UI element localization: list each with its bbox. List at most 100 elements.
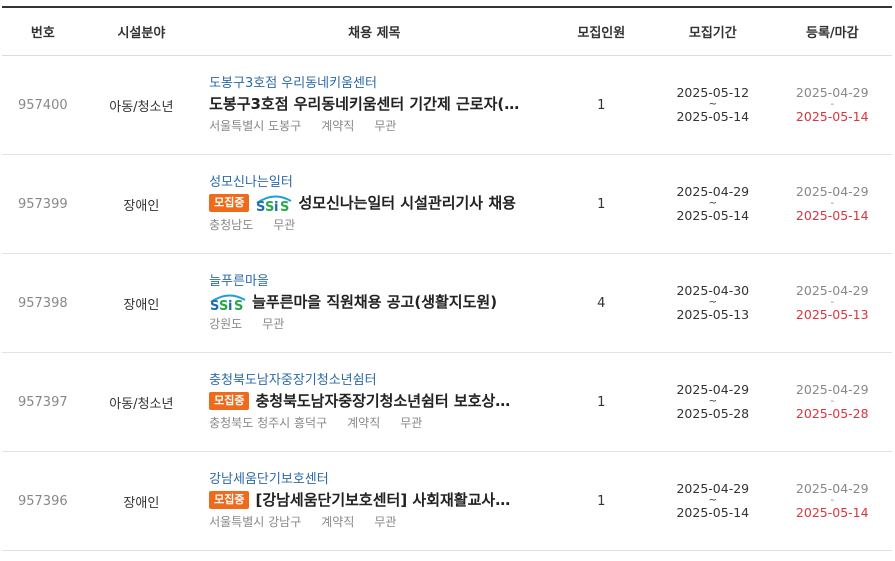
job-meta-item: 무관	[273, 218, 296, 232]
job-meta: 충청북도 청주시 흥덕구 계약직 무관	[209, 414, 549, 432]
org-name-link[interactable]: 도봉구3호점 우리동네키움센터	[209, 75, 549, 93]
reg-date: 2025-04-29	[795, 382, 869, 397]
reg-close: 2025-04-29 - 2025-05-14	[773, 85, 892, 125]
job-title-line[interactable]: 도봉구3호점 우리동네키움센터 기간제 근로자(…	[209, 93, 544, 115]
ssis-logo-icon: SSiS	[255, 193, 293, 213]
period-separator: ~	[708, 495, 717, 506]
job-meta-item: 계약직	[321, 515, 355, 529]
recruiting-badge: 모집중	[209, 491, 250, 509]
period-separator: ~	[708, 297, 717, 308]
job-meta-item: 계약직	[347, 416, 381, 430]
close-date: 2025-05-14	[795, 208, 869, 223]
job-title-line[interactable]: 모집중 충청북도남자중장기청소년쉼터 보호상…	[209, 390, 544, 412]
reg-separator: -	[830, 198, 835, 209]
reg-date: 2025-04-29	[795, 283, 869, 298]
org-name-link[interactable]: 충청북도남자중장기청소년쉼터	[209, 372, 549, 390]
job-board: 번호 시설분야 채용 제목 모집인원 모집기간 등록/마감 957400 아동/…	[0, 6, 895, 561]
job-meta-item: 충청남도	[209, 218, 254, 232]
svg-text:S: S	[219, 299, 228, 312]
reg-close: 2025-04-29 - 2025-05-28	[773, 382, 892, 422]
period-separator: ~	[708, 99, 717, 110]
period-separator: ~	[708, 198, 717, 209]
recruit-period: 2025-04-30 ~ 2025-05-13	[653, 283, 772, 323]
period-end: 2025-05-14	[676, 505, 750, 520]
job-title-line[interactable]: 모집중 S Si S 성모신나는일터 시설관리기사 채용	[209, 192, 544, 214]
reg-date: 2025-04-29	[795, 481, 869, 496]
job-meta-item: 서울특별시 강남구	[209, 515, 302, 529]
row-number: 957396	[17, 493, 68, 509]
header-field: 시설분야	[117, 26, 166, 41]
facility-field: 장애인	[123, 495, 160, 511]
table-row[interactable]: 957400 아동/청소년 도봉구3호점 우리동네키움센터 도봉구3호점 우리동…	[2, 56, 892, 155]
reg-date: 2025-04-29	[795, 85, 869, 100]
header-period: 모집기간	[688, 26, 737, 41]
job-meta-item: 무관	[400, 416, 423, 430]
title-cell: 도봉구3호점 우리동네키움센터 도봉구3호점 우리동네키움센터 기간제 근로자(…	[199, 75, 549, 135]
table-row[interactable]: 957396 장애인 강남세움단기보호센터 모집중 [강남세움단기보호센터] 사회…	[2, 452, 892, 551]
recruit-count: 1	[597, 394, 606, 410]
job-meta-item: 서울특별시 도봉구	[209, 119, 302, 133]
row-number: 957400	[17, 97, 68, 113]
reg-separator: -	[830, 396, 835, 407]
job-meta: 강원도 무관	[209, 315, 549, 333]
facility-field: 아동/청소년	[109, 99, 174, 115]
org-name-link[interactable]: 강남세움단기보호센터	[209, 471, 549, 489]
reg-close: 2025-04-29 - 2025-05-13	[773, 283, 892, 323]
job-title-line[interactable]: S Si S 늘푸른마을 직원채용 공고(생활지도원)	[209, 291, 544, 313]
period-end: 2025-05-14	[676, 208, 750, 223]
org-name-link[interactable]: 늘푸른마을	[209, 273, 549, 291]
recruit-period: 2025-04-29 ~ 2025-05-14	[653, 184, 772, 224]
recruit-period: 2025-05-12 ~ 2025-05-14	[653, 85, 772, 125]
period-start: 2025-05-12	[676, 85, 750, 100]
close-date: 2025-05-14	[795, 109, 869, 124]
job-title[interactable]: [강남세움단기보호센터] 사회재활교사…	[255, 489, 510, 511]
recruit-period: 2025-04-29 ~ 2025-05-28	[653, 382, 772, 422]
period-end: 2025-05-13	[676, 307, 750, 322]
row-number: 957398	[17, 295, 68, 311]
title-cell: 강남세움단기보호센터 모집중 [강남세움단기보호센터] 사회재활교사… 서울특별시…	[199, 471, 549, 531]
job-title[interactable]: 도봉구3호점 우리동네키움센터 기간제 근로자(…	[209, 93, 519, 115]
job-title[interactable]: 충청북도남자중장기청소년쉼터 보호상…	[255, 390, 510, 412]
job-meta-item: 무관	[374, 119, 397, 133]
title-cell: 늘푸른마을 S Si S 늘푸른마을 직원채용 공고(생활지도원) 강원도 무관	[199, 273, 549, 333]
org-name-link[interactable]: 성모신나는일터	[209, 174, 549, 192]
facility-field: 장애인	[123, 297, 160, 313]
job-title[interactable]: 늘푸른마을 직원채용 공고(생활지도원)	[252, 291, 497, 313]
close-date: 2025-05-14	[795, 505, 869, 520]
reg-date: 2025-04-29	[795, 184, 869, 199]
ssis-logo-icon: SSiS	[209, 292, 247, 312]
svg-text:S: S	[234, 299, 243, 312]
job-meta: 서울특별시 강남구 계약직 무관	[209, 513, 549, 531]
period-separator: ~	[708, 396, 717, 407]
close-date: 2025-05-13	[795, 307, 869, 322]
title-cell: 충청북도남자중장기청소년쉼터 모집중 충청북도남자중장기청소년쉼터 보호상… 충청…	[199, 372, 549, 432]
row-number: 957399	[17, 196, 68, 212]
table-row[interactable]: 957397 아동/청소년 충청북도남자중장기청소년쉼터 모집중 충청북도남자중장…	[2, 353, 892, 452]
reg-separator: -	[830, 495, 835, 506]
period-start: 2025-04-29	[676, 184, 750, 199]
title-cell: 성모신나는일터 모집중 S Si S 성모신나는일터 시설관리기사 채용 충청남도 무관	[199, 174, 549, 234]
job-meta-item: 계약직	[321, 119, 355, 133]
header-num: 번호	[30, 26, 55, 41]
job-title[interactable]: 성모신나는일터 시설관리기사 채용	[298, 192, 515, 214]
reg-close: 2025-04-29 - 2025-05-14	[773, 184, 892, 224]
table-header: 번호 시설분야 채용 제목 모집인원 모집기간 등록/마감	[2, 8, 892, 56]
facility-field: 장애인	[123, 198, 160, 214]
svg-text:i: i	[274, 200, 278, 213]
job-meta-item: 강원도	[209, 317, 243, 331]
recruit-count: 1	[597, 493, 606, 509]
table-row[interactable]: 957399 장애인 성모신나는일터 모집중 S Si S 성모신나는일터 시설관리기사…	[2, 155, 892, 254]
facility-field: 아동/청소년	[109, 396, 174, 412]
recruit-period: 2025-04-29 ~ 2025-05-14	[653, 481, 772, 521]
close-date: 2025-05-28	[795, 406, 869, 421]
job-meta-item: 충청북도 청주시 흥덕구	[209, 416, 328, 430]
table-row[interactable]: 957398 장애인 늘푸른마을 S Si S 늘푸른마을 직원채용 공고(생활지도원…	[2, 254, 892, 353]
recruit-count: 1	[597, 196, 606, 212]
svg-text:S: S	[256, 200, 265, 213]
period-start: 2025-04-29	[676, 382, 750, 397]
job-meta: 서울특별시 도봉구 계약직 무관	[209, 117, 549, 135]
job-meta-item: 무관	[374, 515, 397, 529]
reg-close: 2025-04-29 - 2025-05-14	[773, 481, 892, 521]
svg-text:S: S	[280, 200, 289, 213]
job-title-line[interactable]: 모집중 [강남세움단기보호센터] 사회재활교사…	[209, 489, 544, 511]
